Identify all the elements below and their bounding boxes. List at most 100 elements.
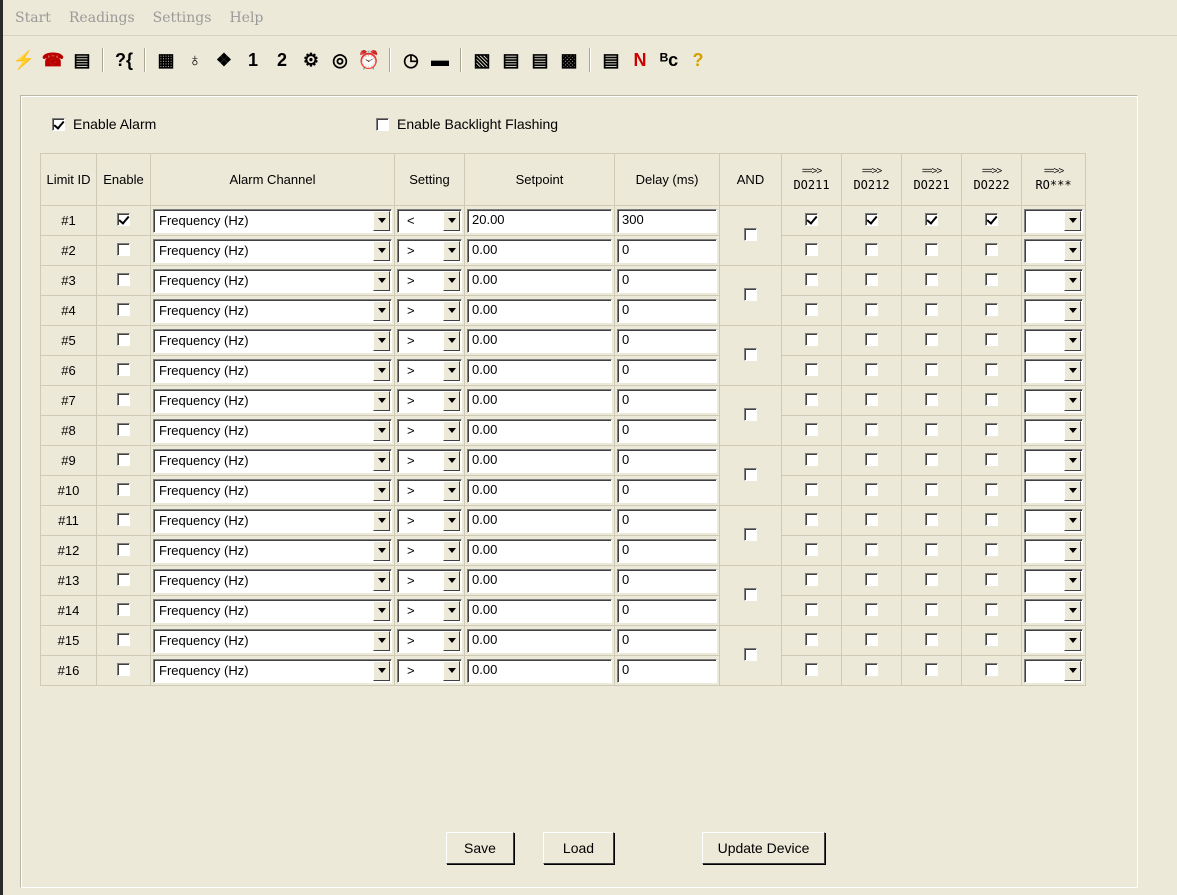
update-device-button[interactable]: Update Device — [702, 832, 825, 864]
chevron-down-icon[interactable] — [443, 330, 460, 351]
do222-checkbox[interactable] — [985, 602, 998, 616]
setpoint-input[interactable]: 0.00 — [467, 418, 612, 443]
do222-checkbox[interactable] — [985, 302, 998, 316]
enable-checkbox[interactable] — [117, 422, 130, 436]
ro-select[interactable] — [1024, 238, 1083, 263]
setpoint-input[interactable]: 0.00 — [467, 268, 612, 293]
delay-input[interactable]: 0 — [617, 328, 717, 353]
chevron-down-icon[interactable] — [1064, 450, 1081, 471]
setting-select[interactable]: < — [397, 208, 462, 233]
ro-select[interactable] — [1024, 508, 1083, 533]
chevron-down-icon[interactable] — [373, 270, 390, 291]
save-button[interactable]: Save — [446, 832, 514, 864]
alarm-channel-select[interactable]: Frequency (Hz) — [153, 598, 392, 623]
ro-select[interactable] — [1024, 388, 1083, 413]
alarm-channel-select[interactable]: Frequency (Hz) — [153, 628, 392, 653]
do222-checkbox[interactable] — [985, 212, 998, 226]
query-icon[interactable]: ?{ — [111, 47, 137, 73]
document-n-icon[interactable]: ▤ — [598, 47, 624, 73]
setting-select[interactable]: > — [397, 598, 462, 623]
and-checkbox[interactable] — [744, 287, 757, 301]
alarm-channel-select[interactable]: Frequency (Hz) — [153, 568, 392, 593]
setpoint-input[interactable]: 0.00 — [467, 298, 612, 323]
chevron-down-icon[interactable] — [1064, 270, 1081, 291]
clock-icon[interactable]: ◷ — [398, 47, 424, 73]
ro-select[interactable] — [1024, 448, 1083, 473]
alarm-channel-select[interactable]: Frequency (Hz) — [153, 208, 392, 233]
setpoint-input[interactable]: 0.00 — [467, 238, 612, 263]
do221-checkbox[interactable] — [925, 452, 938, 466]
chevron-down-icon[interactable] — [373, 660, 390, 681]
and-checkbox[interactable] — [744, 227, 757, 241]
chevron-down-icon[interactable] — [373, 570, 390, 591]
do212-checkbox[interactable] — [865, 302, 878, 316]
do212-checkbox[interactable] — [865, 482, 878, 496]
delay-input[interactable]: 0 — [617, 598, 717, 623]
enable-checkbox[interactable] — [117, 302, 130, 316]
chevron-down-icon[interactable] — [1064, 630, 1081, 651]
do212-checkbox[interactable] — [865, 362, 878, 376]
chevron-down-icon[interactable] — [443, 600, 460, 621]
enable-checkbox[interactable] — [117, 242, 130, 256]
do221-checkbox[interactable] — [925, 632, 938, 646]
chevron-down-icon[interactable] — [443, 630, 460, 651]
do212-checkbox[interactable] — [865, 662, 878, 676]
menu-help[interactable]: Help — [227, 9, 265, 27]
enable-backlight-checkbox[interactable] — [376, 117, 389, 131]
chevron-down-icon[interactable] — [373, 210, 390, 231]
alarm-channel-select[interactable]: Frequency (Hz) — [153, 538, 392, 563]
alarm-channel-select[interactable]: Frequency (Hz) — [153, 508, 392, 533]
do212-checkbox[interactable] — [865, 512, 878, 526]
n-icon[interactable]: N — [627, 47, 653, 73]
do222-checkbox[interactable] — [985, 662, 998, 676]
delay-input[interactable]: 0 — [617, 658, 717, 683]
do211-checkbox[interactable] — [805, 542, 818, 556]
do222-checkbox[interactable] — [985, 422, 998, 436]
menu-settings[interactable]: Settings — [151, 9, 214, 27]
target-icon[interactable]: ◎ — [327, 47, 353, 73]
do221-checkbox[interactable] — [925, 662, 938, 676]
ro-select[interactable] — [1024, 478, 1083, 503]
enable-checkbox[interactable] — [117, 212, 130, 226]
chevron-down-icon[interactable] — [1064, 420, 1081, 441]
chevron-down-icon[interactable] — [1064, 300, 1081, 321]
delay-input[interactable]: 0 — [617, 418, 717, 443]
chevron-down-icon[interactable] — [1064, 660, 1081, 681]
do222-checkbox[interactable] — [985, 362, 998, 376]
enable-checkbox[interactable] — [117, 632, 130, 646]
do222-checkbox[interactable] — [985, 392, 998, 406]
setting-select[interactable]: > — [397, 268, 462, 293]
do211-checkbox[interactable] — [805, 482, 818, 496]
alarm-channel-select[interactable]: Frequency (Hz) — [153, 388, 392, 413]
setting-select[interactable]: > — [397, 388, 462, 413]
delay-input[interactable]: 0 — [617, 268, 717, 293]
setting-select[interactable]: > — [397, 358, 462, 383]
phone-icon[interactable]: ☎ — [40, 47, 66, 73]
two-icon[interactable]: 2 — [269, 47, 295, 73]
ro-select[interactable] — [1024, 568, 1083, 593]
chevron-down-icon[interactable] — [373, 360, 390, 381]
chevron-down-icon[interactable] — [443, 480, 460, 501]
chevron-down-icon[interactable] — [1064, 240, 1081, 261]
setpoint-input[interactable]: 0.00 — [467, 448, 612, 473]
enable-checkbox[interactable] — [117, 512, 130, 526]
do221-checkbox[interactable] — [925, 332, 938, 346]
delay-input[interactable]: 300 — [617, 208, 717, 233]
do212-checkbox[interactable] — [865, 572, 878, 586]
enable-checkbox[interactable] — [117, 482, 130, 496]
grid-icon[interactable]: ▩ — [556, 47, 582, 73]
do221-checkbox[interactable] — [925, 212, 938, 226]
chevron-down-icon[interactable] — [443, 450, 460, 471]
alarm-channel-select[interactable]: Frequency (Hz) — [153, 298, 392, 323]
do212-checkbox[interactable] — [865, 542, 878, 556]
chevron-down-icon[interactable] — [443, 540, 460, 561]
do212-checkbox[interactable] — [865, 452, 878, 466]
setpoint-input[interactable]: 20.00 — [467, 208, 612, 233]
do222-checkbox[interactable] — [985, 542, 998, 556]
do212-checkbox[interactable] — [865, 392, 878, 406]
do221-checkbox[interactable] — [925, 302, 938, 316]
do222-checkbox[interactable] — [985, 482, 998, 496]
do221-checkbox[interactable] — [925, 272, 938, 286]
chevron-down-icon[interactable] — [1064, 600, 1081, 621]
chevron-down-icon[interactable] — [373, 390, 390, 411]
